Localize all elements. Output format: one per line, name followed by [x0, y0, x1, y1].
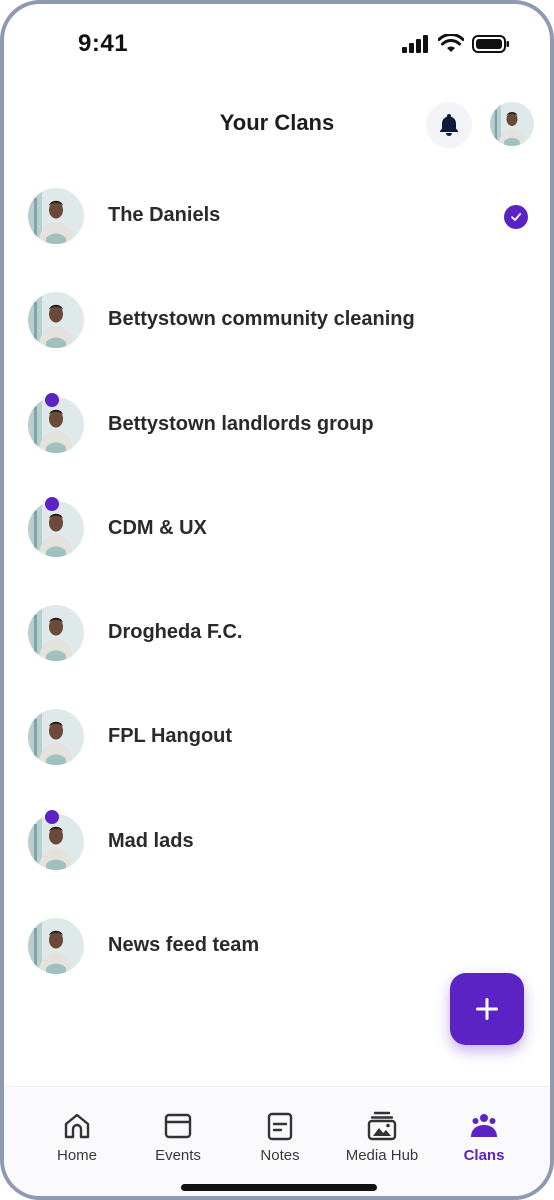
clan-avatar-image	[28, 188, 84, 244]
clan-name: FPL Hangout	[108, 725, 233, 748]
clan-avatar-image	[28, 605, 84, 662]
clan-row[interactable]: The Daniels	[4, 164, 550, 268]
nav-item-clans[interactable]: Clans	[434, 1111, 534, 1164]
clan-avatar	[28, 605, 84, 662]
plus-icon	[476, 998, 498, 1020]
notes-icon	[267, 1112, 293, 1141]
clan-avatar-image	[28, 292, 84, 349]
nav-label-events: Events	[155, 1147, 201, 1164]
check-icon	[511, 213, 522, 221]
nav-item-events[interactable]: Events	[128, 1111, 228, 1164]
clan-name: Bettystown community cleaning	[108, 308, 415, 331]
clan-name: CDM & UX	[108, 516, 207, 539]
clan-name: Drogheda F.C.	[108, 621, 243, 644]
nav-label-media-hub: Media Hub	[345, 1147, 419, 1164]
events-icon	[164, 1113, 192, 1139]
bell-icon	[440, 114, 458, 136]
nav-label-home: Home	[56, 1147, 97, 1164]
clan-name: Mad lads	[108, 829, 194, 852]
unread-dot	[45, 809, 59, 824]
clan-row[interactable]: Bettystown landlords group	[4, 373, 550, 477]
clan-avatar	[28, 292, 84, 349]
nav-item-home[interactable]: Home	[27, 1111, 127, 1164]
clan-avatar	[28, 918, 84, 975]
nav-item-notes[interactable]: Notes	[230, 1111, 330, 1164]
clan-row[interactable]: FPL Hangout	[4, 685, 550, 789]
clan-avatar-image	[28, 918, 84, 975]
battery-icon	[472, 35, 509, 53]
clan-name: News feed team	[108, 934, 260, 957]
media-hub-icon	[367, 1111, 397, 1141]
notifications-button[interactable]	[426, 102, 472, 148]
bottom-nav: Home Events Notes Media Hub Clans	[4, 1086, 550, 1196]
clan-list: The Daniels Bettystown community cleanin…	[4, 164, 550, 998]
home-indicator	[181, 1184, 377, 1191]
clan-avatar	[28, 188, 84, 244]
wifi-icon	[438, 34, 464, 52]
status-time: 9:41	[78, 30, 129, 57]
clan-avatar	[28, 709, 84, 766]
add-clan-button[interactable]	[450, 973, 524, 1045]
clan-row[interactable]: Drogheda F.C.	[4, 581, 550, 685]
phone-frame: 9:41 Your Clans The Daniels Bettystown c…	[0, 0, 554, 1200]
clan-row[interactable]: CDM & UX	[4, 477, 550, 581]
nav-item-media-hub[interactable]: Media Hub	[332, 1111, 432, 1164]
unread-dot	[45, 392, 59, 407]
clan-name: Bettystown landlords group	[108, 412, 374, 435]
profile-avatar[interactable]	[490, 102, 534, 146]
selected-check-badge	[504, 205, 528, 229]
clan-avatar-image	[28, 709, 84, 766]
signal-icon	[402, 35, 428, 53]
nav-label-notes: Notes	[260, 1147, 300, 1164]
home-icon	[64, 1113, 90, 1139]
avatar-image	[490, 102, 534, 146]
clan-row[interactable]: Mad lads	[4, 790, 550, 894]
nav-label-clans: Clans	[463, 1147, 505, 1164]
clan-row[interactable]: Bettystown community cleaning	[4, 268, 550, 372]
unread-dot	[45, 496, 59, 511]
clan-name: The Daniels	[108, 204, 221, 226]
status-icons	[402, 34, 510, 54]
clans-icon	[471, 1114, 497, 1137]
